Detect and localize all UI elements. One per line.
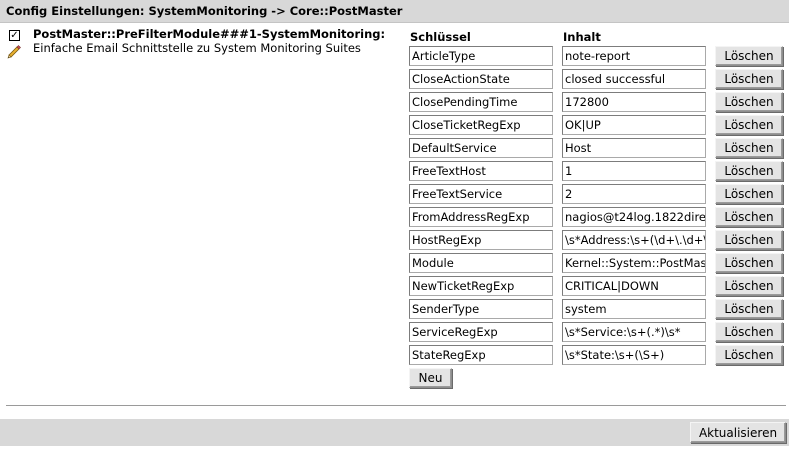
value-input[interactable]: \s*State:\s+(\S+)	[562, 345, 706, 365]
value-input[interactable]: closed successful	[562, 69, 706, 89]
key-input[interactable]: CloseTicketRegExp	[409, 115, 553, 135]
list-item: NewTicketRegExp CRITICAL|DOWN Löschen	[0, 276, 789, 298]
key-input[interactable]: HostRegExp	[409, 230, 553, 250]
key-input[interactable]: FromAddressRegExp	[409, 207, 553, 227]
list-item: SenderType system Löschen	[0, 299, 789, 321]
value-input[interactable]: system	[562, 299, 706, 319]
key-input[interactable]: CloseActionState	[409, 69, 553, 89]
list-item: FreeTextHost 1 Löschen	[0, 161, 789, 183]
setting-valid-checkbox[interactable]: ✓	[9, 30, 20, 41]
key-input[interactable]: DefaultService	[409, 138, 553, 158]
delete-button[interactable]: Löschen	[715, 322, 783, 342]
value-input[interactable]: OK|UP	[562, 115, 706, 135]
value-input[interactable]: 172800	[562, 92, 706, 112]
list-item: Module Kernel::System::PostMaste Löschen	[0, 253, 789, 275]
footer-bar: Aktualisieren	[0, 419, 789, 446]
divider	[6, 405, 786, 407]
delete-button[interactable]: Löschen	[715, 299, 783, 319]
delete-button[interactable]: Löschen	[715, 184, 783, 204]
key-input[interactable]: ClosePendingTime	[409, 92, 553, 112]
list-item: CloseTicketRegExp OK|UP Löschen	[0, 115, 789, 137]
delete-button[interactable]: Löschen	[715, 345, 783, 365]
delete-button[interactable]: Löschen	[715, 92, 783, 112]
key-input[interactable]: Module	[409, 253, 553, 273]
column-header-value: Inhalt	[563, 30, 601, 44]
value-input[interactable]: Host	[562, 138, 706, 158]
value-input[interactable]: CRITICAL|DOWN	[562, 276, 706, 296]
delete-button[interactable]: Löschen	[715, 253, 783, 273]
delete-button[interactable]: Löschen	[715, 138, 783, 158]
key-input[interactable]: ArticleType	[409, 46, 553, 66]
key-input[interactable]: FreeTextService	[409, 184, 553, 204]
list-item: CloseActionState closed successful Löschen	[0, 69, 789, 91]
list-item: StateRegExp \s*State:\s+(\S+) Löschen	[0, 345, 789, 367]
delete-button[interactable]: Löschen	[715, 115, 783, 135]
key-input[interactable]: FreeTextHost	[409, 161, 553, 181]
list-item: ArticleType note-report Löschen	[0, 46, 789, 68]
title-bar: Config Einstellungen: SystemMonitoring -…	[0, 0, 789, 23]
setting-name: PostMaster::PreFilterModule###1-SystemMo…	[33, 27, 386, 41]
value-input[interactable]: 1	[562, 161, 706, 181]
key-input[interactable]: SenderType	[409, 299, 553, 319]
update-button[interactable]: Aktualisieren	[690, 422, 786, 443]
new-entry-button[interactable]: Neu	[409, 368, 452, 388]
column-header-key: Schlüssel	[410, 30, 471, 44]
delete-button[interactable]: Löschen	[715, 230, 783, 250]
value-input[interactable]: \s*Address:\s+(\d+\.\d+\.\d+	[562, 230, 706, 250]
list-item: FreeTextService 2 Löschen	[0, 184, 789, 206]
list-item: ServiceRegExp \s*Service:\s+(.*)\s* Lösche…	[0, 322, 789, 344]
key-input[interactable]: ServiceRegExp	[409, 322, 553, 342]
delete-button[interactable]: Löschen	[715, 69, 783, 89]
list-item: HostRegExp \s*Address:\s+(\d+\.\d+\.\d+ Lö…	[0, 230, 789, 252]
value-input[interactable]: Kernel::System::PostMaste	[562, 253, 706, 273]
value-input[interactable]: 2	[562, 184, 706, 204]
delete-button[interactable]: Löschen	[715, 207, 783, 227]
list-item: ClosePendingTime 172800 Löschen	[0, 92, 789, 114]
page-title: Config Einstellungen: SystemMonitoring -…	[6, 4, 403, 18]
value-input[interactable]: \s*Service:\s+(.*)\s*	[562, 322, 706, 342]
delete-button[interactable]: Löschen	[715, 161, 783, 181]
list-item: DefaultService Host Löschen	[0, 138, 789, 160]
delete-button[interactable]: Löschen	[715, 46, 783, 66]
delete-button[interactable]: Löschen	[715, 276, 783, 296]
checkmark-icon: ✓	[10, 30, 19, 41]
key-input[interactable]: StateRegExp	[409, 345, 553, 365]
value-input[interactable]: nagios@t24log.1822direk	[562, 207, 706, 227]
list-item: FromAddressRegExp nagios@t24log.1822direk…	[0, 207, 789, 229]
key-input[interactable]: NewTicketRegExp	[409, 276, 553, 296]
value-input[interactable]: note-report	[562, 46, 706, 66]
